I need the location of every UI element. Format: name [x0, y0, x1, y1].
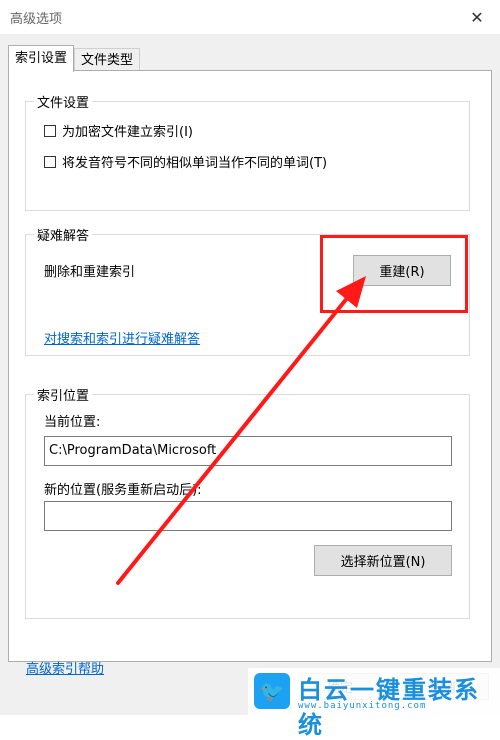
troubleshoot-group: 疑难解答 删除和重建索引 重建(R) 对搜索和索引进行疑难解答: [25, 225, 470, 356]
advanced-index-help-link[interactable]: 高级索引帮助: [26, 658, 104, 677]
encrypted-files-label: 为加密文件建立索引(I): [62, 125, 193, 140]
bird-icon: 🐦: [254, 673, 290, 709]
current-location-label: 当前位置:: [44, 415, 101, 430]
new-location-label: 新的位置(服务重新启动后):: [44, 483, 202, 498]
encrypted-files-checkbox[interactable]: [44, 124, 56, 137]
select-new-location-button[interactable]: 选择新位置(N): [314, 545, 452, 576]
diacritics-option[interactable]: 将发音符号不同的相似单词当作不同的单词(T): [44, 152, 327, 171]
file-settings-group: 文件设置 为加密文件建立索引(I) 将发音符号不同的相似单词当作不同的单词(T): [25, 92, 470, 211]
rebuild-description: 删除和重建索引: [44, 265, 136, 280]
rebuild-button[interactable]: 重建(R): [353, 255, 451, 286]
index-location-title: 索引位置: [34, 385, 93, 404]
close-button[interactable]: ✕: [454, 0, 500, 34]
tab-bar: 索引设置 文件类型: [8, 45, 141, 72]
troubleshoot-title: 疑难解答: [34, 225, 93, 244]
window-title: 高级选项: [10, 12, 63, 27]
troubleshoot-link[interactable]: 对搜索和索引进行疑难解答: [44, 328, 200, 347]
watermark-url: www.baiyunxitong.com: [298, 701, 427, 711]
title-bar: 高级选项 ✕: [0, 0, 500, 34]
tab-index-settings[interactable]: 索引设置: [8, 45, 75, 72]
tab-file-types[interactable]: 文件类型: [74, 48, 141, 72]
encrypted-files-option[interactable]: 为加密文件建立索引(I): [44, 121, 193, 140]
dialog-body: 索引设置 文件类型 文件设置 为加密文件建立索引(I) 将发音符号不同的相似单词…: [0, 34, 500, 715]
new-location-field: [44, 501, 452, 531]
tab-panel: 文件设置 为加密文件建立索引(I) 将发音符号不同的相似单词当作不同的单词(T)…: [8, 70, 492, 677]
close-icon: ✕: [470, 7, 484, 27]
diacritics-checkbox[interactable]: [44, 155, 56, 168]
current-location-field: C:\ProgramData\Microsoft: [44, 436, 452, 466]
file-settings-title: 文件设置: [34, 92, 93, 111]
index-location-group: 索引位置 当前位置: C:\ProgramData\Microsoft 新的位置…: [25, 385, 470, 619]
watermark: 🐦 白云一键重装系统 www.baiyunxitong.com: [248, 668, 500, 739]
diacritics-label: 将发音符号不同的相似单词当作不同的单词(T): [62, 156, 328, 171]
